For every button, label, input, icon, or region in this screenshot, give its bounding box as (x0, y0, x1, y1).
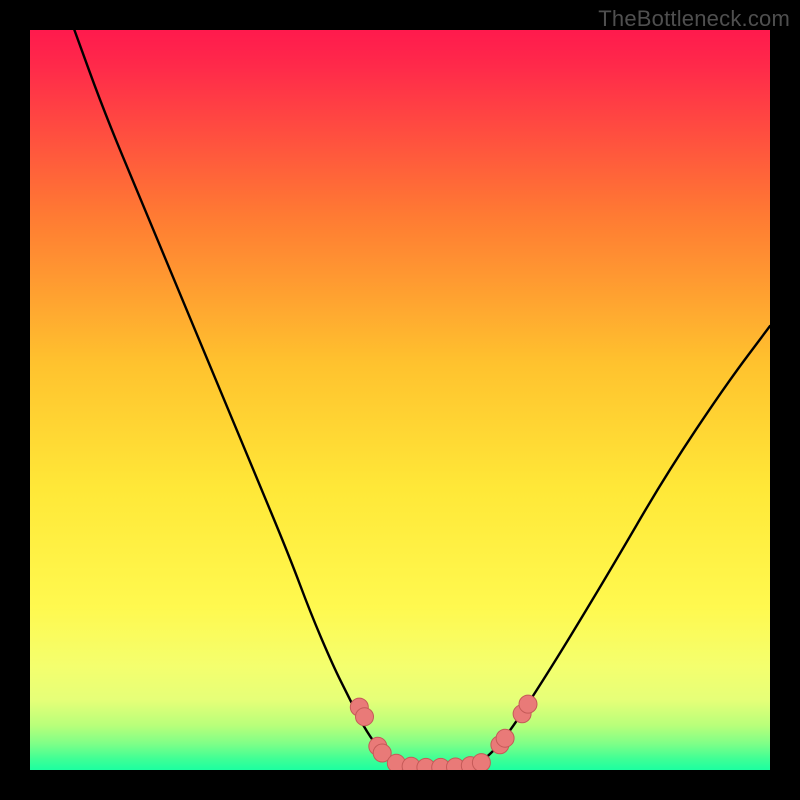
curve-marker (472, 754, 490, 770)
curve-marker (496, 729, 514, 747)
curve-markers (350, 695, 537, 770)
curve-marker (519, 695, 537, 713)
watermark-text: TheBottleneck.com (598, 6, 790, 32)
chart-frame: TheBottleneck.com (0, 0, 800, 800)
plot-area (30, 30, 770, 770)
chart-overlay (30, 30, 770, 770)
curve-marker (356, 708, 374, 726)
bottleneck-curve (74, 30, 770, 768)
